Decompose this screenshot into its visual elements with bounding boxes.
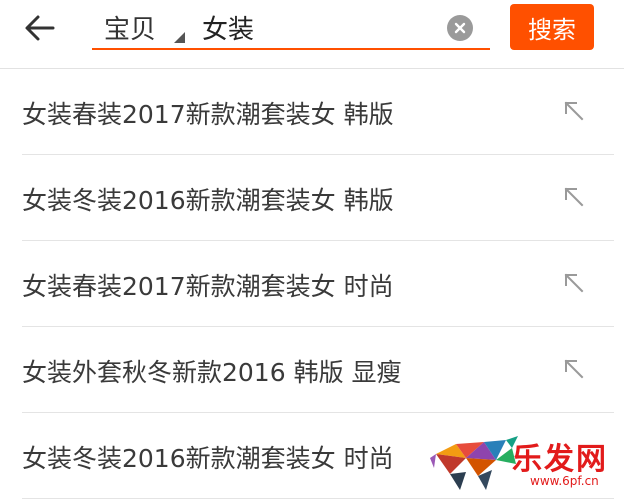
bull-logo-icon	[430, 436, 518, 490]
suggestion-text: 女装冬装2016新款潮套装女 韩版	[22, 186, 394, 215]
scope-dropdown-icon	[174, 32, 185, 43]
back-button[interactable]	[18, 8, 62, 48]
arrow-up-left-icon[interactable]	[562, 99, 586, 123]
suggestion-item[interactable]: 女装外套秋冬新款2016 韩版 显瘦	[22, 327, 614, 413]
clear-button[interactable]	[447, 15, 473, 41]
watermark-text: 乐发网	[512, 442, 608, 477]
scope-label: 宝贝	[104, 14, 157, 45]
suggestion-text: 女装春装2017新款潮套装女 时尚	[22, 272, 394, 301]
suggestion-text: 女装春装2017新款潮套装女 韩版	[22, 100, 394, 129]
scope-selector[interactable]: 宝贝	[104, 10, 157, 45]
arrow-up-left-icon[interactable]	[562, 271, 586, 295]
arrow-left-icon	[25, 15, 55, 41]
search-header: 宝贝 搜索	[0, 0, 624, 69]
suggestion-item[interactable]: 女装冬装2016新款潮套装女 韩版	[22, 155, 614, 241]
search-input[interactable]	[202, 8, 432, 46]
watermark-url: www.6pf.cn	[530, 474, 599, 488]
search-box: 宝贝	[92, 4, 490, 50]
arrow-up-left-icon[interactable]	[562, 357, 586, 381]
watermark-logo: 乐发网 www.6pf.cn	[426, 432, 616, 494]
suggestion-item[interactable]: 女装春装2017新款潮套装女 韩版	[22, 69, 614, 155]
arrow-up-left-icon[interactable]	[562, 185, 586, 209]
suggestion-item[interactable]: 女装春装2017新款潮套装女 时尚	[22, 241, 614, 327]
suggestion-text: 女装冬装2016新款潮套装女 时尚	[22, 444, 394, 473]
search-screen: 宝贝 搜索 女装春装2017新款潮套装女 韩版 女装冬装2016新款潮套装女 韩…	[0, 0, 624, 500]
clear-icon	[454, 22, 466, 34]
search-button[interactable]: 搜索	[510, 4, 594, 50]
suggestion-text: 女装外套秋冬新款2016 韩版 显瘦	[22, 358, 402, 387]
